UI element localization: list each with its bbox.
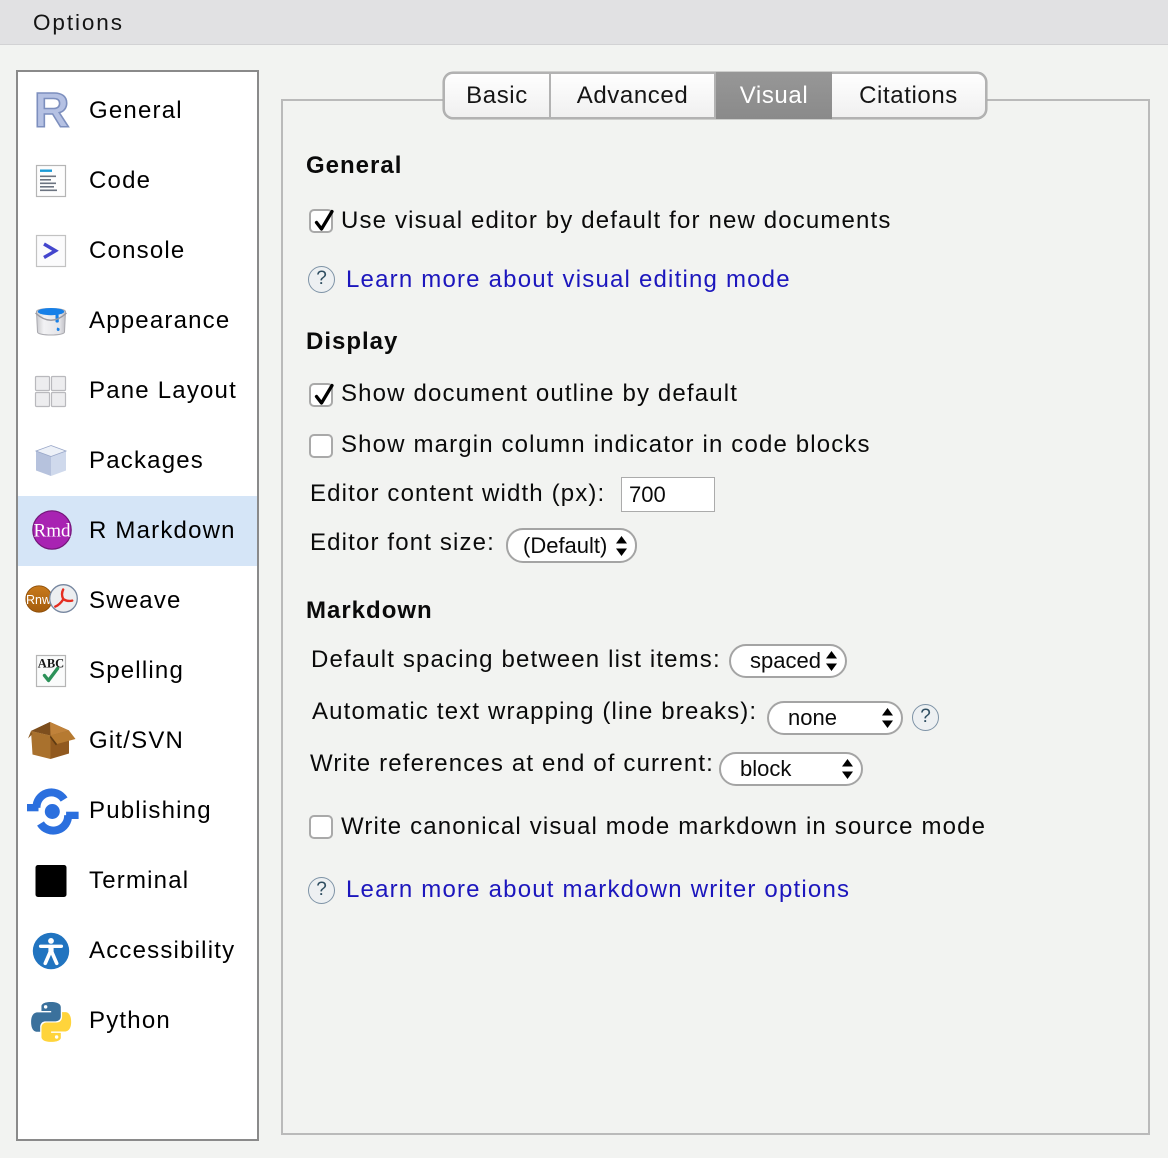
svg-text:ABC: ABC xyxy=(38,657,64,671)
svg-text:R: R xyxy=(34,84,69,138)
svg-text:Rnw: Rnw xyxy=(26,593,52,607)
svg-text:Rmd: Rmd xyxy=(34,521,71,542)
